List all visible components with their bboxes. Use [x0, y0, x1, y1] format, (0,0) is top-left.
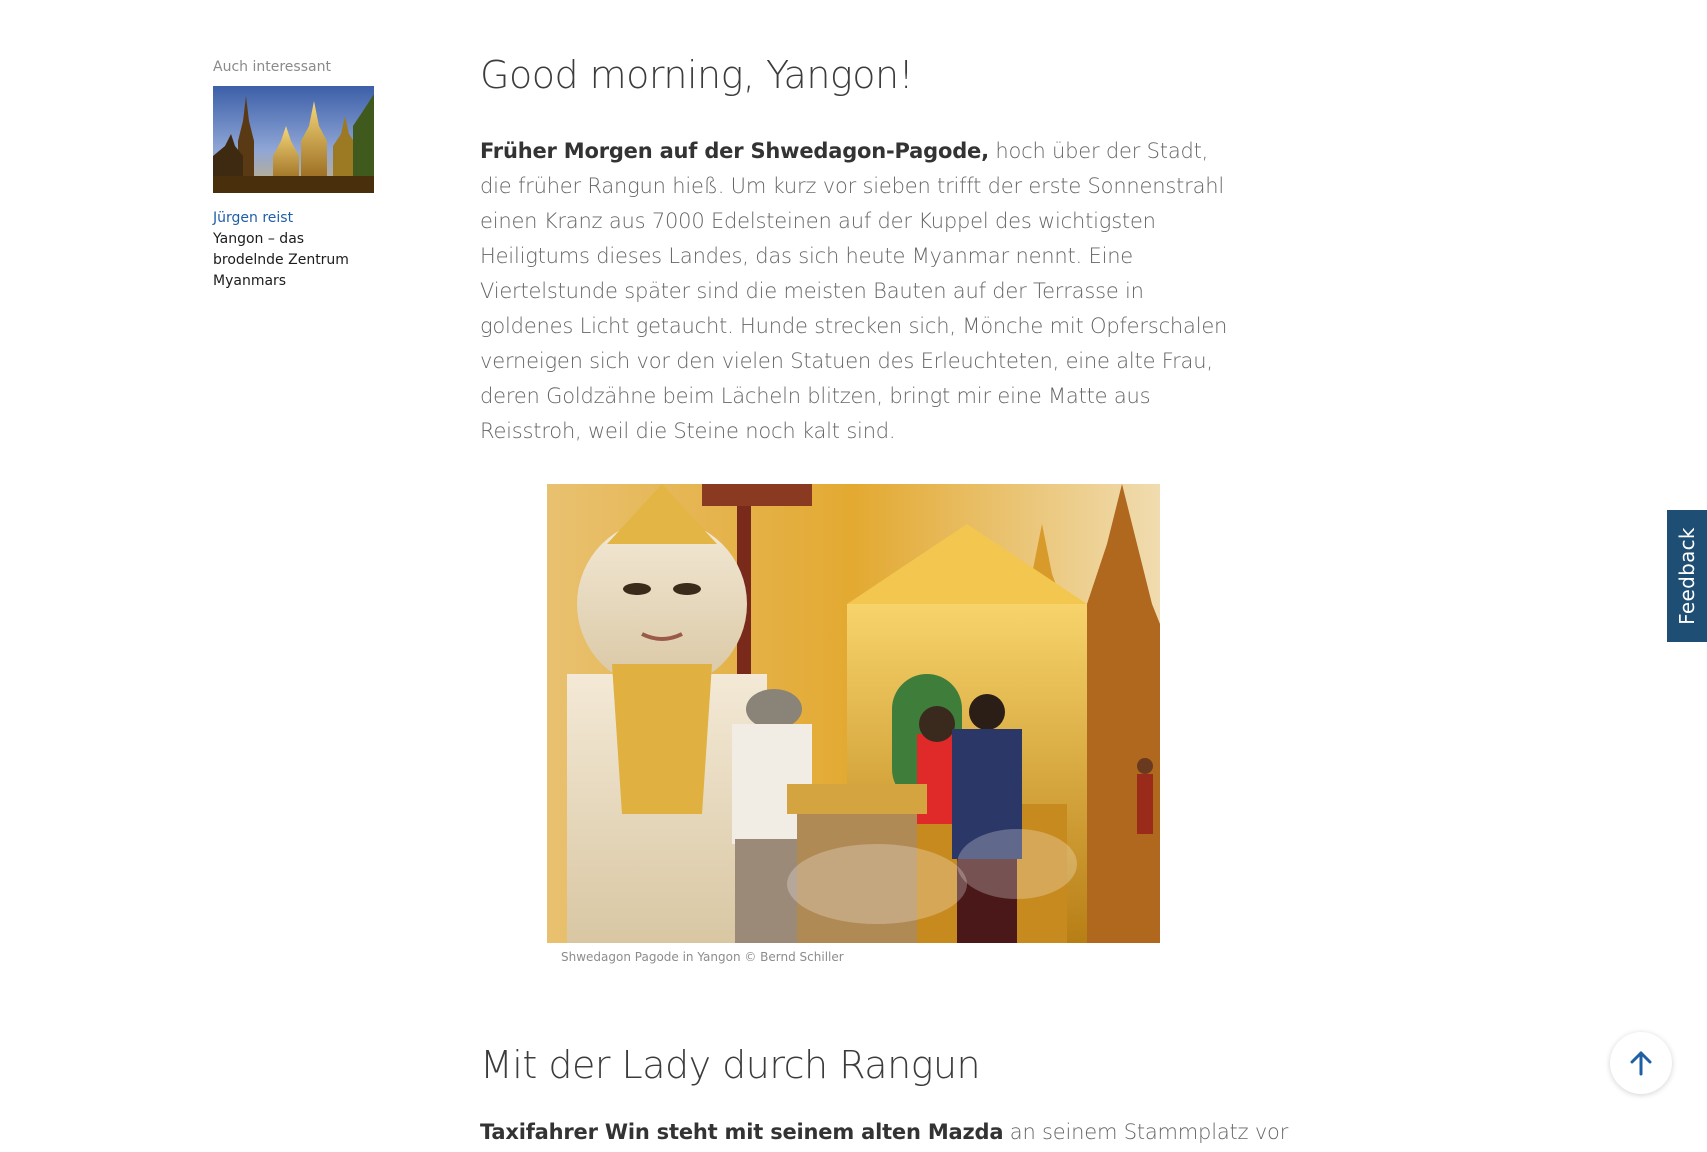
back-to-top-button[interactable] [1610, 1032, 1672, 1094]
arrow-up-icon [1630, 1051, 1652, 1076]
teaser-thumbnail[interactable] [213, 86, 374, 193]
teaser-image [213, 86, 374, 193]
section-text: an seinem Stammplatz vor [1003, 1120, 1289, 1144]
pagoda-photo [547, 484, 1160, 943]
intro-lead: Früher Morgen auf der Shwedagon-Pagode, [480, 139, 989, 163]
section-heading: Mit der Lady durch Rangun [480, 1043, 981, 1087]
related-sidebar: Auch interessant Jürgen reist Yangon – d… [213, 57, 378, 292]
feedback-button[interactable]: Feedback [1667, 510, 1707, 642]
teaser-author-link[interactable]: Jürgen reist [213, 208, 378, 229]
article-figure: Shwedagon Pagode in Yangon © Bernd Schil… [547, 484, 1160, 965]
intro-text: hoch über der Stadt, die früher Rangun h… [480, 139, 1228, 443]
section-lead: Taxifahrer Win steht mit seinem alten Ma… [480, 1120, 1004, 1144]
figure-caption: Shwedagon Pagode in Yangon © Bernd Schil… [561, 950, 844, 964]
section-paragraph: Taxifahrer Win steht mit seinem alten Ma… [480, 1115, 1288, 1150]
teaser-title-link[interactable]: Yangon – das brodelnde Zentrum Myanmars [213, 229, 363, 292]
article-title: Good morning, Yangon! [480, 53, 914, 97]
article: Good morning, Yangon! Früher Morgen auf … [480, 48, 1288, 1144]
intro-paragraph: Früher Morgen auf der Shwedagon-Pagode, … [480, 134, 1240, 449]
feedback-label: Feedback [1675, 527, 1699, 625]
sidebar-heading: Auch interessant [213, 59, 331, 75]
